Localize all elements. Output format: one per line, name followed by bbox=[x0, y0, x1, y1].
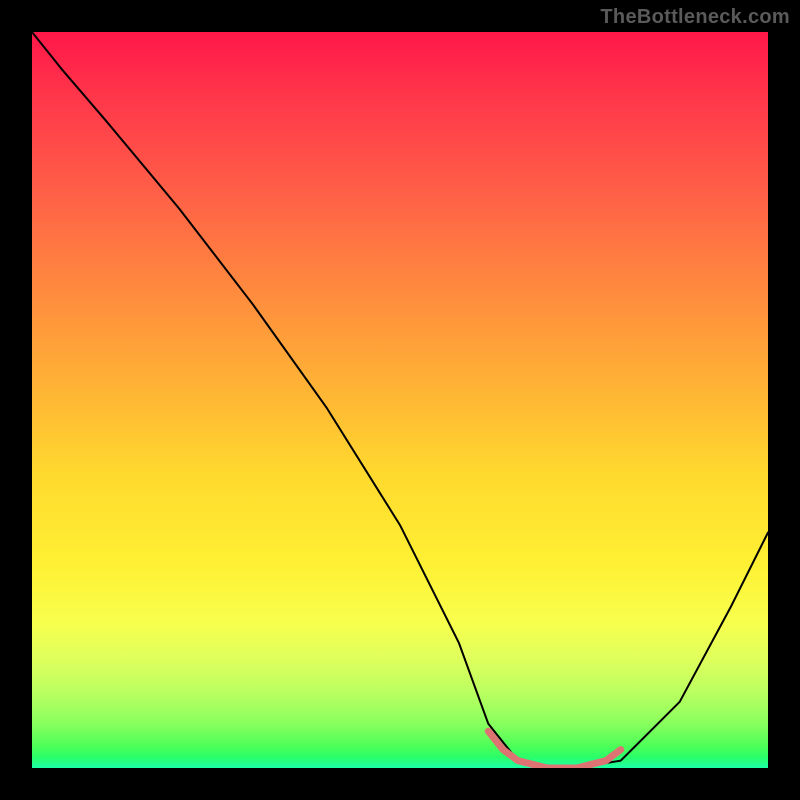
black-curve-path bbox=[32, 32, 768, 768]
chart-frame: TheBottleneck.com bbox=[0, 0, 800, 800]
watermark-label: TheBottleneck.com bbox=[600, 6, 790, 29]
highlight-min-path bbox=[488, 731, 621, 768]
chart-plot-area bbox=[32, 32, 768, 768]
chart-svg bbox=[32, 32, 768, 768]
